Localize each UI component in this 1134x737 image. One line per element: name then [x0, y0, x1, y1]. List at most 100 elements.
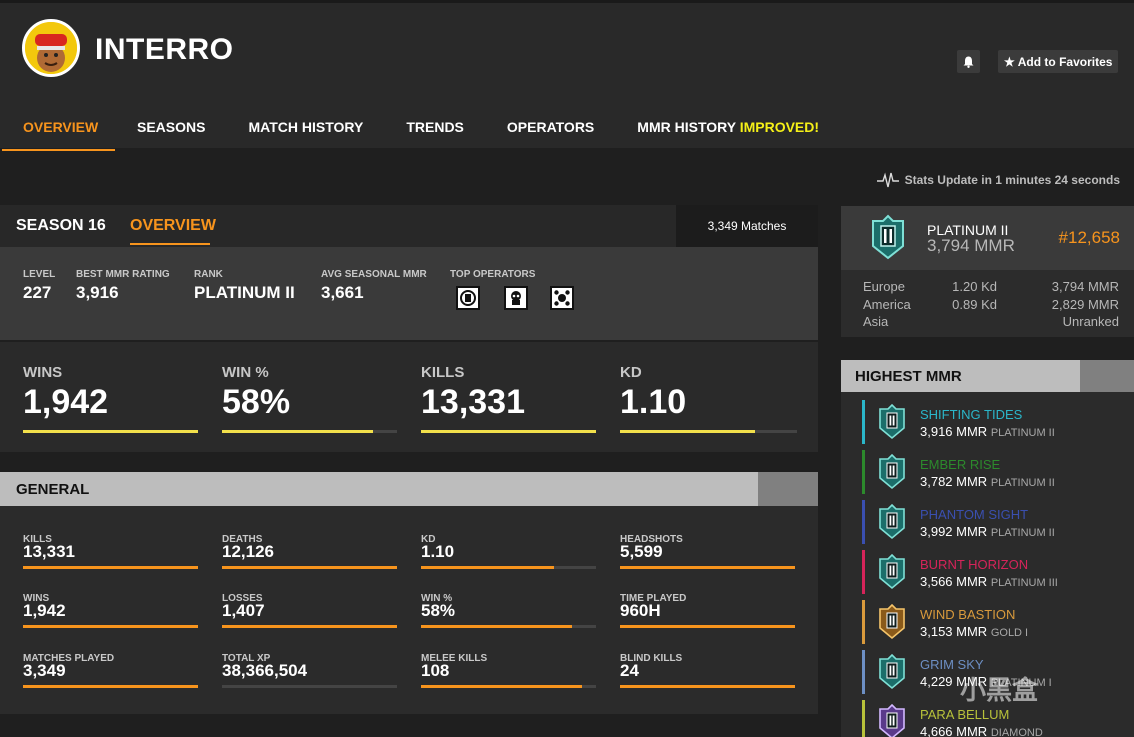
kills-label: KILLS: [421, 364, 465, 381]
platinum-rank-icon: [872, 214, 904, 260]
general-time-played-value: 960H: [620, 601, 661, 620]
region-mmr: 2,829 MMR: [1051, 297, 1119, 312]
season-item-wind-bastion[interactable]: WIND BASTION 3,153 MMR GOLD I: [862, 600, 1134, 644]
season-mmr-value: 3,782 MMR: [920, 474, 988, 489]
general-win-bar: [421, 625, 596, 628]
general-time-played-bar-fill: [620, 625, 795, 628]
general-deaths-bar-fill: [222, 566, 397, 569]
season-mmr-value: 4,666 MMR: [920, 724, 988, 737]
level-label: LEVEL: [23, 269, 56, 280]
leaderboard-position: #12,658: [1058, 228, 1120, 247]
region-name: Asia: [863, 314, 889, 329]
season-mmr-value: 3,153 MMR: [920, 624, 988, 639]
general-kd-value: 1.10: [421, 542, 455, 561]
player-name: INTERRO: [95, 33, 234, 66]
tab-match-history[interactable]: MATCH HISTORY: [248, 103, 363, 151]
season-tab-overview[interactable]: OVERVIEW: [130, 217, 216, 245]
general-wins-value: 1,942: [23, 601, 66, 620]
general-headshots-bar-fill: [620, 566, 795, 569]
wins-value: 1,942: [23, 383, 109, 421]
general-kd-bar: [421, 566, 596, 569]
general-deaths-bar: [222, 566, 397, 569]
season-item-burnt-horizon[interactable]: BURNT HORIZON 3,566 MMR PLATINUM III: [862, 550, 1134, 594]
season-name: PARA BELLUM: [920, 707, 1010, 722]
highest-mmr-header-accent: [1080, 360, 1134, 392]
stats-update-text: Stats Update in 1 minutes 24 seconds: [904, 173, 1120, 187]
general-blind-kills-bar: [620, 685, 795, 688]
pulse-icon: [876, 172, 899, 188]
general-headshots-bar: [620, 566, 795, 569]
season-name: EMBER RISE: [920, 457, 1001, 472]
general-kills-value: 13,331: [23, 542, 75, 561]
general-kills-bar-fill: [23, 566, 198, 569]
main-stats: WINS 1,942 WIN % 58% KILLS 13,331 KD 1.1…: [0, 340, 818, 452]
rank-badge-icon: [879, 704, 905, 737]
avg-seasonal-mmr-label: AVG SEASONAL MMR: [321, 269, 427, 280]
tab-mmr-history[interactable]: MMR HISTORY IMPROVED!: [637, 103, 819, 151]
general-kills-bar: [23, 566, 198, 569]
win-rate-stat: WIN % 58%: [222, 364, 290, 422]
rank-badge-icon: [879, 654, 905, 690]
add-to-favorites-label: Add to Favorites: [1017, 54, 1113, 69]
season-color-stripe: [862, 400, 865, 444]
general-header-accent: [758, 472, 818, 506]
current-rank-card: PLATINUM II 3,794 MMR #12,658 Europe 1.2…: [841, 206, 1134, 337]
improved-badge: IMPROVED!: [739, 119, 820, 135]
tab-operators[interactable]: OPERATORS: [507, 103, 594, 151]
season-mmr-value: 3,916 MMR: [920, 424, 988, 439]
season-color-stripe: [862, 600, 865, 644]
season-mmr: 3,153 MMR GOLD I: [920, 624, 1028, 639]
tab-match-history-label: MATCH HISTORY: [248, 119, 364, 135]
season-color-stripe: [862, 450, 865, 494]
level-value: 227: [23, 283, 52, 302]
season-mmr-value: 3,566 MMR: [920, 574, 988, 589]
tab-trends-label: TRENDS: [406, 119, 464, 135]
win-rate-bar: [222, 430, 397, 433]
operator-2-icon[interactable]: [504, 286, 528, 310]
profile-tabs: OVERVIEW SEASONS MATCH HISTORY TRENDS OP…: [0, 103, 819, 151]
general-melee-kills-value: 108: [421, 661, 450, 680]
wins-bar: [23, 430, 198, 433]
season-item-phantom-sight[interactable]: PHANTOM SIGHT 3,992 MMR PLATINUM II: [862, 500, 1134, 544]
win-rate-label: WIN %: [222, 364, 269, 381]
season-rank: PLATINUM III: [990, 577, 1058, 589]
stats-update-status: Stats Update in 1 minutes 24 seconds: [876, 172, 1120, 188]
season-color-stripe: [862, 500, 865, 544]
highest-mmr-header: HIGHEST MMR: [841, 360, 1134, 392]
general-total-xp-value: 38,366,504: [222, 661, 308, 680]
season-header: SEASON 16 OVERVIEW 3,349 Matches: [0, 205, 818, 247]
kd-stat: KD 1.10: [620, 364, 686, 422]
season-mmr: 3,916 MMR PLATINUM II: [920, 424, 1055, 439]
general-matches-played-bar: [23, 685, 198, 688]
season-item-shifting-tides[interactable]: SHIFTING TIDES 3,916 MMR PLATINUM II: [862, 400, 1134, 444]
general-section-header: GENERAL: [0, 472, 818, 506]
general-title: GENERAL: [16, 481, 90, 498]
rank-summary: PLATINUM II 3,794 MMR #12,658: [841, 206, 1134, 270]
tab-trends[interactable]: TRENDS: [406, 103, 464, 151]
season-rank: GOLD I: [990, 627, 1029, 639]
season-name: BURNT HORIZON: [920, 557, 1029, 572]
general-losses-value: 1,407: [222, 601, 265, 620]
general-time-played-bar: [620, 625, 795, 628]
region-kd: 1.20 Kd: [952, 279, 997, 294]
add-to-favorites-button[interactable]: ★ Add to Favorites: [998, 50, 1119, 73]
season-color-stripe: [862, 700, 865, 737]
wins-label: WINS: [23, 364, 63, 381]
tab-seasons[interactable]: SEASONS: [137, 103, 205, 151]
rank-label: RANK: [194, 269, 223, 280]
current-rank-mmr: 3,794 MMR: [927, 236, 1015, 255]
operator-3-icon[interactable]: [550, 286, 574, 310]
notification-button[interactable]: [957, 50, 980, 73]
general-win-value: 58%: [421, 601, 456, 620]
tab-overview-label: OVERVIEW: [23, 119, 99, 135]
general-losses-bar-fill: [222, 625, 397, 628]
season-mmr: 3,992 MMR PLATINUM II: [920, 524, 1055, 539]
region-name: America: [863, 297, 911, 312]
season-item-ember-rise[interactable]: EMBER RISE 3,782 MMR PLATINUM II: [862, 450, 1134, 494]
tab-overview[interactable]: OVERVIEW: [2, 103, 115, 151]
season-name: PHANTOM SIGHT: [920, 507, 1029, 522]
general-win-bar-fill: [421, 625, 572, 628]
general-wins-bar: [23, 625, 198, 628]
operator-1-icon[interactable]: [456, 286, 480, 310]
season-name: SHIFTING TIDES: [920, 407, 1023, 422]
